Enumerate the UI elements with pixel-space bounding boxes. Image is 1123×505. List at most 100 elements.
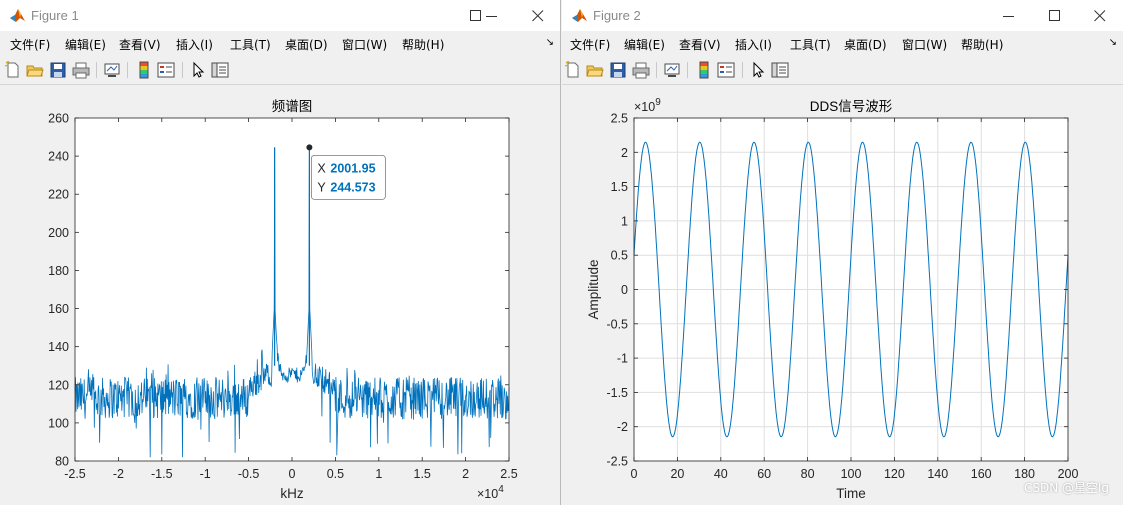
y-tick-label: 100 [48,416,69,430]
close-button[interactable] [515,0,561,31]
y-exponent-label: ×109 [634,97,661,114]
colorbar-icon[interactable] [695,61,713,79]
y-tick-label: 0 [621,283,628,297]
colorbar-icon[interactable] [135,61,153,79]
y-axis-label: Amplitude [586,259,601,319]
menu-tools[interactable]: 工具(T) [790,36,831,53]
x-tick-label: 0 [289,467,296,481]
property-inspector-icon[interactable] [211,61,229,79]
menu-file[interactable]: 文件(F) [10,36,50,53]
title-bar[interactable]: Figure 2 [562,0,1123,31]
pointer-icon[interactable] [749,61,767,79]
datatip-x-value: 2001.95 [330,161,375,175]
y-tick-label: 2.5 [611,112,628,126]
y-tick-label: 180 [48,264,69,278]
minimize-button[interactable] [986,0,1032,31]
legend-icon[interactable] [717,61,735,79]
menu-bar: 文件(F) 编辑(E) 查看(V) 插入(I) 工具(T) 桌面(D) 窗口(W… [562,31,1123,56]
datatip-y-value: 244.573 [330,180,375,194]
x-tick-label: 2 [462,467,469,481]
menu-edit[interactable]: 编辑(E) [624,36,665,53]
toolbar-separator [96,62,97,78]
x-tick-label: 0.5 [327,467,344,481]
datatip[interactable]: X 2001.95 Y 244.573 [310,154,386,200]
link-plot-icon[interactable] [663,61,681,79]
spectrum-figure[interactable]: -2.5 -2 -1.5 -1 -0.5 0 0.5 1 1.5 2 2.5 80 100 120 140 1… [0,85,561,505]
menu-edit[interactable]: 编辑(E) [65,36,106,53]
matlab-logo-icon [10,9,25,22]
datatip-y-label: Y [317,180,326,194]
y-tick-label: -1 [617,352,628,366]
close-icon [1094,10,1106,22]
menu-help[interactable]: 帮助(H) [402,36,444,53]
new-figure-icon[interactable] [4,61,22,79]
pointer-icon[interactable] [189,61,207,79]
y-tick-label: 120 [48,378,69,392]
open-file-icon[interactable] [26,61,44,79]
window-title: Figure 2 [593,8,641,23]
legend-icon[interactable] [157,61,175,79]
x-tick-label: -0.5 [238,467,260,481]
property-inspector-icon[interactable] [771,61,789,79]
x-tick-label: 2.5 [500,467,517,481]
y-tick-label: 200 [48,226,69,240]
menu-help[interactable]: 帮助(H) [961,36,1003,53]
y-exponent-base: ×10 [634,100,655,114]
y-tick-label: -2.5 [606,455,628,469]
close-icon [532,10,544,22]
x-exponent-base: ×10 [477,487,498,501]
dds-waveform-figure[interactable]: 0 20 40 60 80 100 120 140 160 180 200-2.5-2-1.5-1-… [562,85,1123,505]
x-tick-label: 1.5 [414,467,431,481]
menu-view[interactable]: 查看(V) [119,36,161,53]
x-tick-label: 60 [757,467,771,481]
matlab-logo-icon [572,9,587,22]
menu-desktop[interactable]: 桌面(D) [844,36,887,53]
y-tick-label: 240 [48,150,69,164]
maximize-button[interactable] [470,0,516,31]
title-bar[interactable]: Figure 1 [0,0,560,31]
new-figure-icon[interactable] [564,61,582,79]
menu-window[interactable]: 窗口(W) [902,36,947,53]
menu-bar: 文件(F) 编辑(E) 查看(V) 插入(I) 工具(T) 桌面(D) 窗口(W… [0,31,560,56]
y-tick-label: 2 [621,146,628,160]
save-icon[interactable] [609,61,627,79]
maximize-icon [470,10,481,21]
y-tick-label: 0.5 [611,249,628,263]
toolbar-separator [742,62,743,78]
menu-file[interactable]: 文件(F) [570,36,610,53]
figure-toolbar [562,57,1123,85]
y-exponent-power: 9 [655,97,661,108]
x-exponent-label: ×104 [477,484,504,501]
x-axis-label: Time [836,486,866,501]
y-tick-label: 140 [48,340,69,354]
print-icon[interactable] [632,61,650,79]
window-title: Figure 1 [31,8,79,23]
open-file-icon[interactable] [586,61,604,79]
menu-window[interactable]: 窗口(W) [342,36,387,53]
menu-desktop[interactable]: 桌面(D) [285,36,328,53]
chart-title: 频谱图 [272,99,313,114]
x-tick-label: -2.5 [64,467,86,481]
menu-view[interactable]: 查看(V) [679,36,721,53]
menu-overflow-arrow[interactable]: ↘ [1109,37,1117,48]
y-tick-label: -0.5 [606,317,628,331]
y-tick-label: 220 [48,188,69,202]
toolbar-separator [127,62,128,78]
close-button[interactable] [1077,0,1123,31]
print-icon[interactable] [72,61,90,79]
datatip-x-label: X [317,161,326,175]
x-tick-label: -1.5 [151,467,173,481]
save-icon[interactable] [49,61,67,79]
y-tick-label: 1.5 [611,180,628,194]
menu-overflow-arrow[interactable]: ↘ [546,37,554,48]
figure-2-window: Figure 2 文件(F) 编辑(E) 查看(V) 插入(I) 工具(T) 桌… [562,0,1123,505]
menu-tools[interactable]: 工具(T) [230,36,271,53]
minimize-icon [1003,16,1014,17]
x-tick-label: 1 [375,467,382,481]
maximize-button[interactable] [1032,0,1078,31]
y-tick-label: -2 [617,420,628,434]
link-plot-icon[interactable] [103,61,121,79]
menu-insert[interactable]: 插入(I) [735,36,772,53]
x-tick-label: -1 [200,467,211,481]
menu-insert[interactable]: 插入(I) [176,36,213,53]
